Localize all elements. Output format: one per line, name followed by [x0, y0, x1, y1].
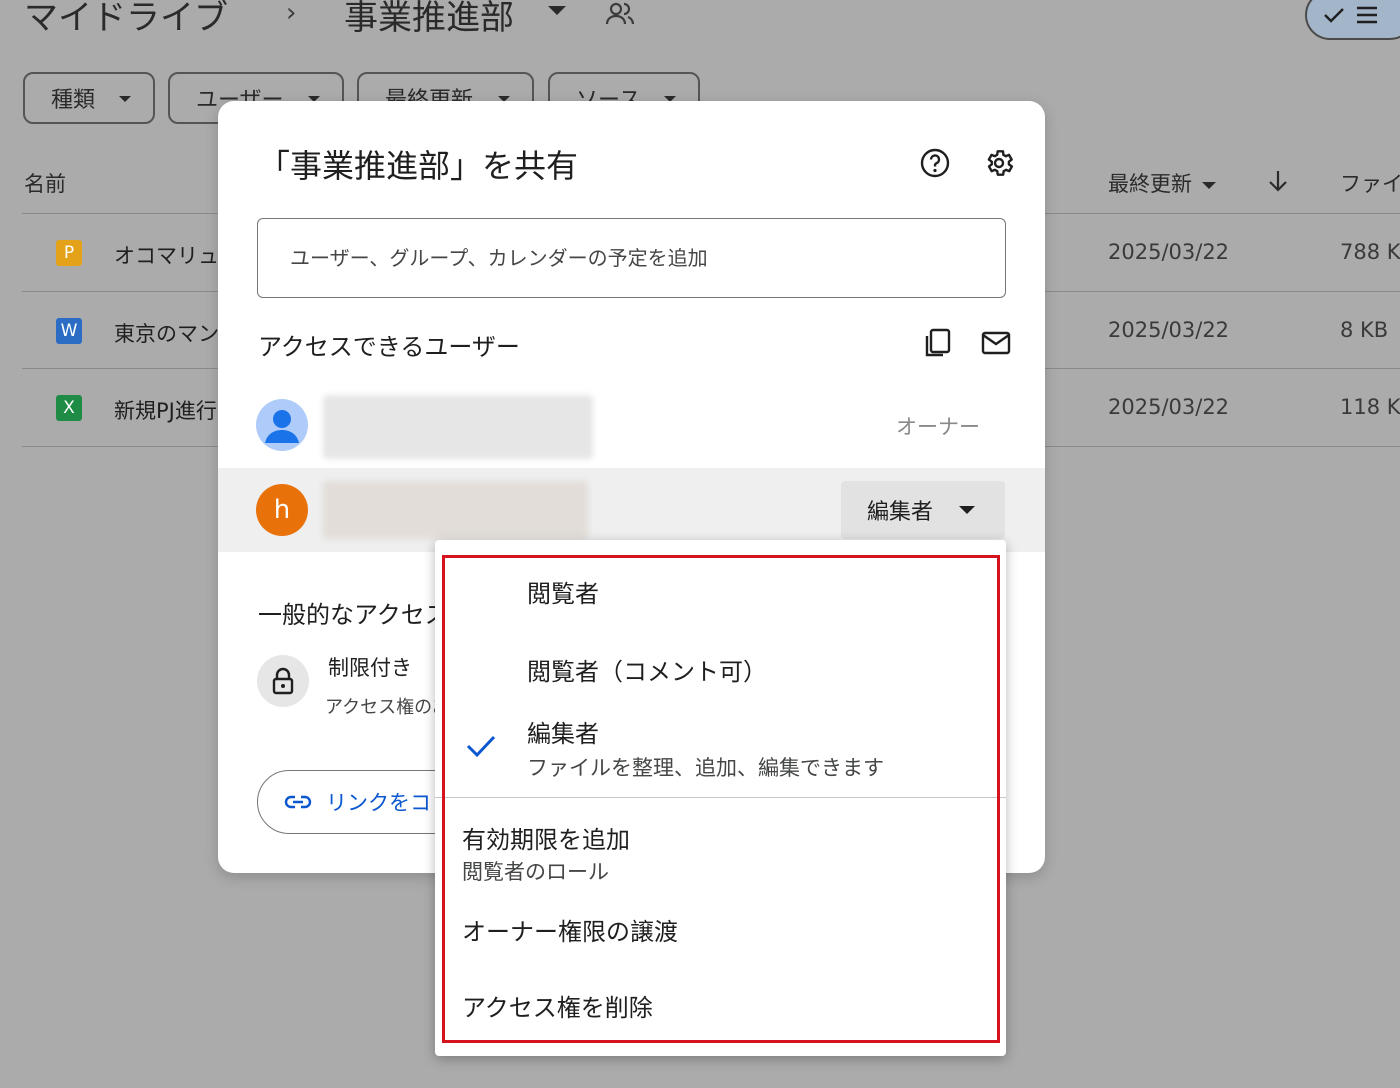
owner-role: オーナー — [896, 415, 980, 439]
breadcrumb-current[interactable]: 事業推進部 — [344, 0, 514, 42]
folder-menu-caret-icon[interactable] — [548, 6, 566, 15]
menu-item-viewer[interactable]: 閲覧者 — [435, 554, 1006, 628]
settings-gear-icon[interactable] — [979, 143, 1019, 183]
column-name[interactable]: 名前 — [24, 168, 66, 198]
general-access-heading: 一般的なアクセス — [258, 601, 449, 629]
owner-name-redacted — [323, 395, 593, 459]
role-dropdown[interactable]: 編集者 — [841, 481, 1005, 539]
column-modified[interactable]: 最終更新 — [1108, 168, 1216, 198]
check-icon — [466, 735, 496, 758]
shared-people-icon — [604, 0, 636, 32]
menu-item-commenter[interactable]: 閲覧者（コメント可） — [435, 630, 1006, 704]
member-name-redacted — [323, 481, 588, 539]
menu-item-add-expiry[interactable]: 有効期限を追加 閲覧者のロール — [435, 806, 1006, 888]
access-level-dropdown[interactable]: 制限付き — [328, 652, 412, 682]
file-date: 2025/03/22 — [1108, 318, 1230, 342]
copy-emails-icon[interactable] — [917, 323, 957, 363]
check-icon — [1324, 8, 1344, 23]
menu-item-editor[interactable]: 編集者 ファイルを整理、追加、編集できます — [435, 708, 1006, 792]
menu-divider — [435, 797, 1006, 798]
lock-icon — [257, 655, 309, 707]
slides-file-icon: P — [56, 240, 82, 266]
filter-type[interactable]: 種類 — [23, 72, 155, 124]
owner-avatar — [256, 399, 308, 451]
file-size: 788 KB — [1340, 240, 1400, 264]
menu-item-remove-access[interactable]: アクセス権を削除 — [435, 968, 1006, 1042]
list-icon — [1357, 6, 1377, 24]
role-menu: 閲覧者 閲覧者（コメント可） 編集者 ファイルを整理、追加、編集できます 有効期… — [435, 540, 1006, 1056]
dialog-title: 「事業推進部」を共有 — [258, 147, 579, 185]
help-icon[interactable] — [915, 143, 955, 183]
add-people-input[interactable] — [257, 218, 1006, 298]
avatar: h — [256, 484, 308, 536]
file-name: 新規PJ進行 — [114, 399, 217, 423]
breadcrumb-root[interactable]: マイドライブ — [24, 0, 228, 42]
access-heading: アクセスできるユーザー — [258, 333, 520, 361]
file-date: 2025/03/22 — [1108, 395, 1230, 419]
sort-arrow-icon[interactable] — [1266, 168, 1290, 198]
view-toggle[interactable] — [1305, 0, 1400, 40]
sheets-file-icon: X — [56, 395, 82, 421]
file-size: 8 KB — [1340, 318, 1389, 342]
mail-icon[interactable] — [976, 323, 1016, 363]
column-size[interactable]: ファイ — [1340, 168, 1400, 198]
link-icon — [284, 795, 312, 809]
file-date: 2025/03/22 — [1108, 240, 1230, 264]
file-name: オコマリュ — [114, 244, 219, 268]
menu-item-transfer-ownership[interactable]: オーナー権限の譲渡 — [435, 890, 1006, 964]
chevron-down-icon — [1202, 181, 1216, 189]
file-name: 東京のマン — [114, 322, 219, 346]
file-size: 118 KB — [1340, 395, 1400, 419]
chevron-down-icon — [959, 506, 975, 514]
chevron-down-icon — [119, 96, 131, 102]
breadcrumb-chevron-icon: › — [286, 0, 297, 28]
docs-file-icon: W — [56, 318, 82, 344]
